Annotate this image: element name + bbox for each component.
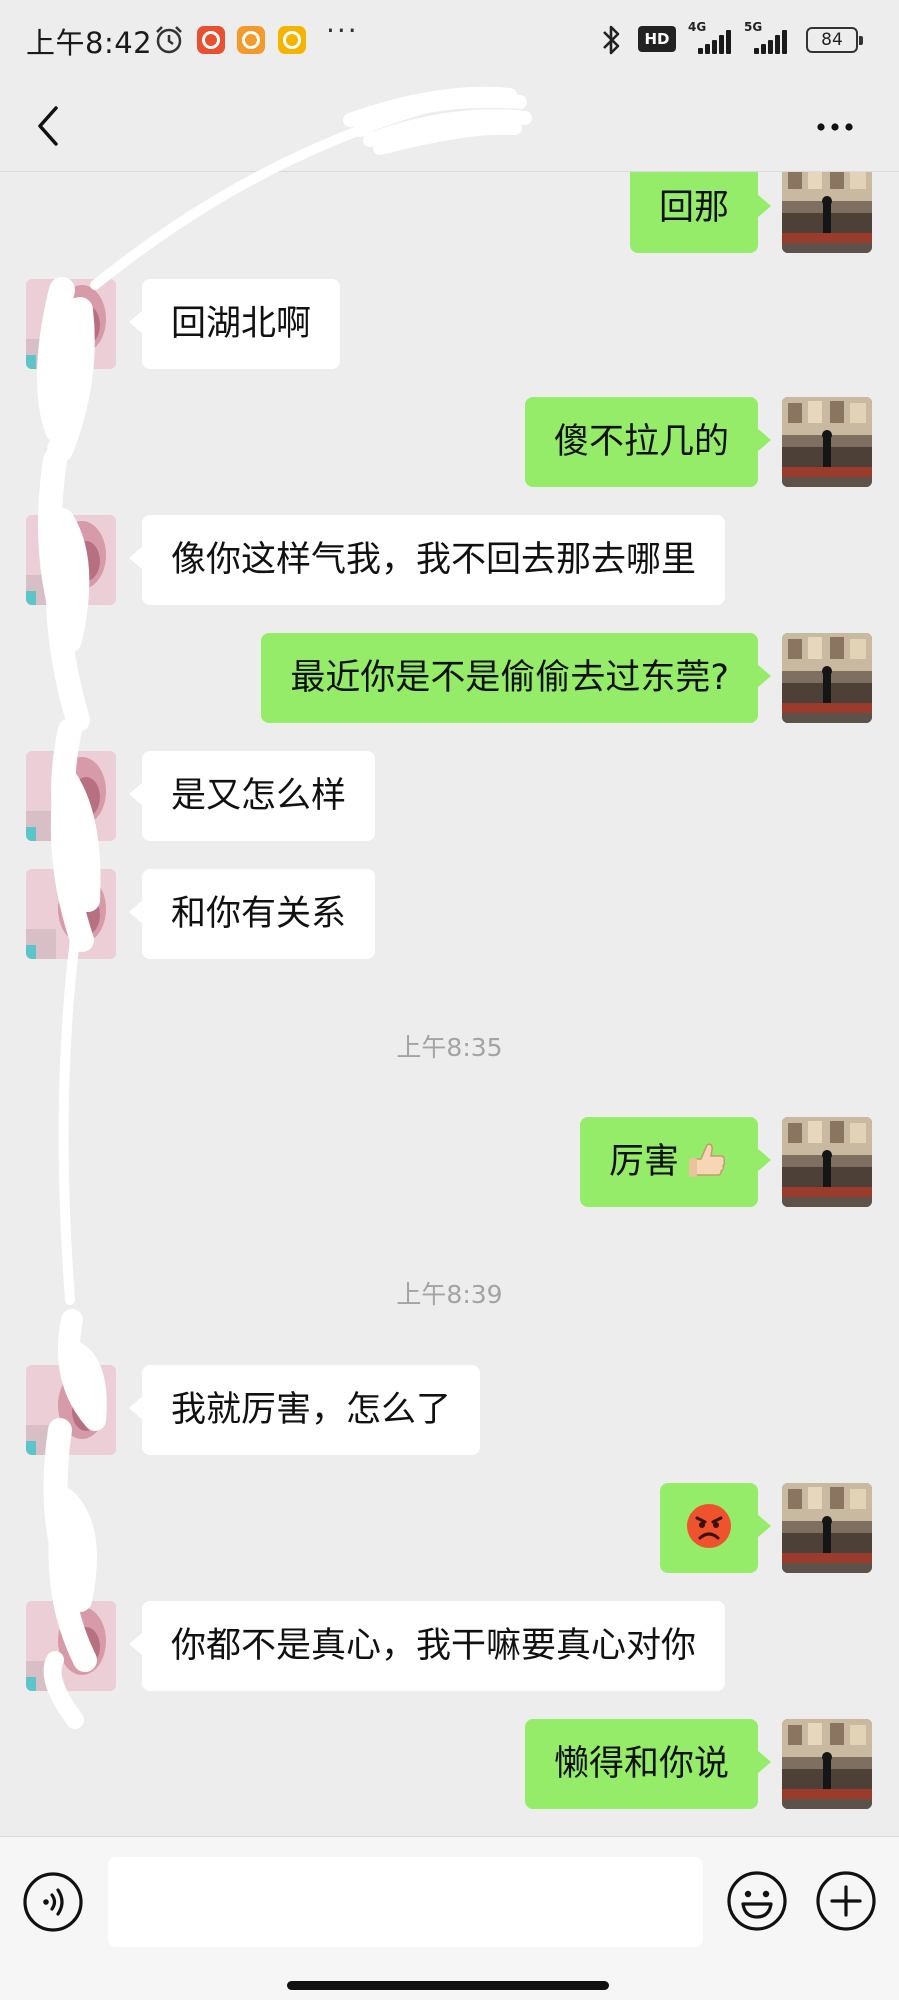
- my-avatar[interactable]: [782, 1117, 872, 1207]
- message-row: 我就厉害，怎么了: [0, 1365, 899, 1455]
- message-input[interactable]: [108, 1857, 703, 1947]
- my-avatar[interactable]: [782, 1483, 872, 1573]
- message-row: 懒得和你说: [0, 1719, 899, 1809]
- message-input-bar: [0, 1836, 899, 2000]
- signal-strength-icon: [690, 28, 731, 54]
- message-bubble[interactable]: 和你有关系: [128, 869, 376, 959]
- contact-avatar[interactable]: [26, 1601, 116, 1691]
- notification-app-icon: [237, 26, 265, 54]
- message-row: 你都不是真心，我干嘛要真心对你: [0, 1601, 899, 1691]
- my-avatar[interactable]: [782, 397, 872, 487]
- notification-app-icon: [278, 26, 306, 54]
- message-text: 厉害: [608, 1142, 679, 1182]
- plus-icon[interactable]: [814, 1869, 878, 1933]
- message-bubble[interactable]: 最近你是不是偷偷去过东莞?: [261, 633, 771, 723]
- message-bubble[interactable]: [660, 1483, 771, 1573]
- chat-header: [0, 80, 899, 172]
- message-row: 最近你是不是偷偷去过东莞?: [0, 633, 899, 723]
- message-row: 和你有关系: [0, 869, 899, 959]
- chat-message-list[interactable]: 回那 回湖北啊 傻不拉几的 像你这样气我，我不回去那去哪里 最近你是不是偷偷去过…: [0, 172, 899, 1836]
- contact-avatar[interactable]: [26, 1365, 116, 1455]
- message-row: [0, 1483, 899, 1573]
- voice-icon[interactable]: [22, 1871, 84, 1933]
- message-row: 是又怎么样: [0, 751, 899, 841]
- my-avatar[interactable]: [782, 172, 872, 253]
- message-bubble[interactable]: 我就厉害，怎么了: [128, 1365, 481, 1455]
- message-bubble[interactable]: 是又怎么样: [128, 751, 376, 841]
- home-indicator[interactable]: [287, 1981, 609, 1990]
- back-arrow-icon[interactable]: [28, 98, 68, 154]
- battery-icon: 84: [806, 27, 863, 53]
- contact-avatar[interactable]: [26, 515, 116, 605]
- my-avatar[interactable]: [782, 633, 872, 723]
- more-options-icon[interactable]: [810, 110, 860, 144]
- message-bubble[interactable]: 厉害: [579, 1117, 772, 1207]
- status-bar: 上午8:42 ··· HD 4G 5G 84: [0, 0, 899, 80]
- message-row: 像你这样气我，我不回去那去哪里: [0, 515, 899, 605]
- message-row: 厉害: [0, 1117, 899, 1207]
- thumbs-up-emoji-icon: [689, 1143, 726, 1177]
- hd-voice-badge: HD: [638, 26, 676, 52]
- message-bubble[interactable]: 你都不是真心，我干嘛要真心对你: [128, 1601, 726, 1691]
- message-timestamp: 上午8:39: [396, 1280, 503, 1309]
- emoji-icon[interactable]: [725, 1869, 789, 1933]
- message-bubble[interactable]: 傻不拉几的: [524, 397, 772, 487]
- my-avatar[interactable]: [782, 1719, 872, 1809]
- signal-strength-icon: [746, 28, 787, 54]
- message-row: 回那: [0, 172, 899, 253]
- message-bubble[interactable]: 像你这样气我，我不回去那去哪里: [128, 515, 726, 605]
- bluetooth-icon: [603, 25, 620, 55]
- message-timestamp: 上午8:35: [396, 1033, 503, 1062]
- angry-face-emoji-icon: [687, 1504, 731, 1548]
- notification-app-icon: [197, 26, 225, 54]
- message-row: 傻不拉几的: [0, 397, 899, 487]
- contact-avatar[interactable]: [26, 279, 116, 369]
- message-bubble[interactable]: 懒得和你说: [524, 1719, 772, 1809]
- alarm-clock-icon: [156, 26, 182, 54]
- contact-avatar[interactable]: [26, 751, 116, 841]
- status-time: 上午8:42: [26, 26, 153, 60]
- message-row: 回湖北啊: [0, 279, 899, 369]
- more-notifications-icon: ···: [326, 14, 359, 47]
- message-bubble[interactable]: 回湖北啊: [128, 279, 341, 369]
- message-bubble[interactable]: 回那: [629, 172, 772, 253]
- contact-avatar[interactable]: [26, 869, 116, 959]
